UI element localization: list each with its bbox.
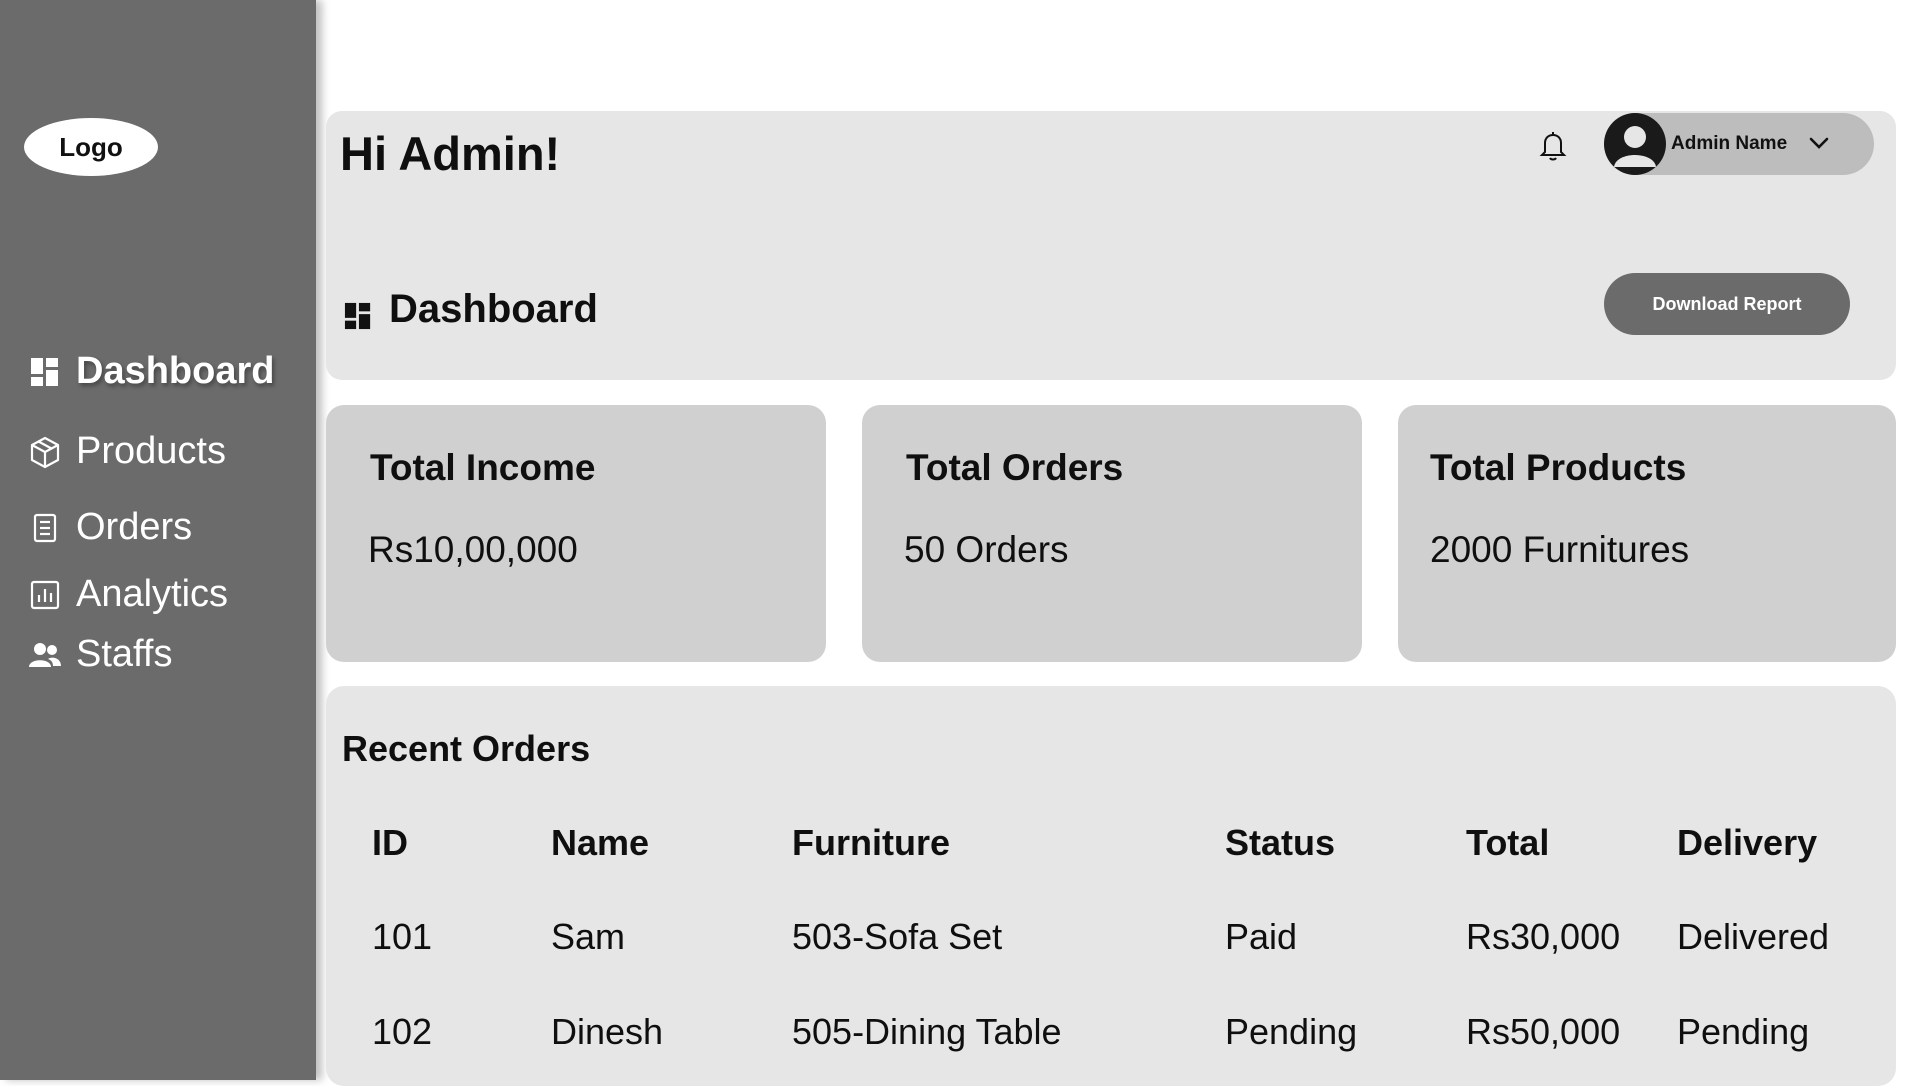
card-title: Total Products [1430,447,1687,488]
column-header-id: ID [372,822,408,863]
card-value: 50 Orders [904,529,1069,570]
cell-total: Rs50,000 [1466,1011,1621,1052]
cell-name: Dinesh [551,1011,664,1052]
document-icon [28,511,62,545]
cell-id: 101 [372,916,433,957]
sidebar-item-products[interactable]: Products [28,430,226,473]
sidebar-item-orders[interactable]: Orders [28,506,192,549]
sidebar-item-label: Staffs [76,633,173,675]
cell-delivery: Delivered [1677,916,1830,957]
page-title-label: Dashboard [389,287,598,331]
recent-orders-title: Recent Orders [342,728,591,769]
stat-card-orders: Total Orders 50 Orders [862,405,1362,662]
column-header-name: Name [551,822,650,863]
dashboard-icon [28,355,62,389]
cell-name: Sam [551,916,626,957]
stat-card-income: Total Income Rs10,00,000 [326,405,826,662]
box-icon [28,435,62,469]
cell-status: Pending [1225,1011,1358,1052]
cell-id: 102 [372,1011,433,1052]
cell-furniture: 503-Sofa Set [792,916,1003,957]
sidebar-item-analytics[interactable]: Analytics [28,573,228,616]
cell-status: Paid [1225,916,1298,957]
column-header-total: Total [1466,822,1550,863]
people-icon [28,638,62,672]
cell-delivery: Pending [1677,1011,1810,1052]
card-title: Total Income [370,447,596,488]
sidebar-item-label: Products [76,430,226,472]
chevron-down-icon[interactable] [1808,134,1830,152]
column-header-delivery: Delivery [1677,822,1818,863]
bell-icon[interactable] [1536,128,1570,162]
sidebar: Logo Dashboard Products Orders Analytics… [0,0,316,1080]
logo[interactable]: Logo [24,118,158,176]
download-report-button[interactable]: Download Report [1604,273,1850,335]
dashboard-icon [344,295,374,329]
analytics-icon [28,578,62,612]
greeting-heading: Hi Admin! [340,127,561,180]
sidebar-item-label: Dashboard [76,350,275,392]
card-value: Rs10,00,000 [368,529,578,570]
card-value: 2000 Furnitures [1430,529,1690,570]
card-title: Total Orders [906,447,1124,488]
column-header-furniture: Furniture [792,822,950,863]
sidebar-item-dashboard[interactable]: Dashboard [28,350,274,393]
avatar[interactable] [1604,113,1666,175]
sidebar-item-label: Analytics [76,573,229,615]
column-header-status: Status [1225,822,1336,863]
cell-total: Rs30,000 [1466,916,1621,957]
user-name[interactable]: Admin Name [1671,133,1787,155]
stat-card-products: Total Products 2000 Furnitures [1398,405,1896,662]
sidebar-item-staffs[interactable]: Staffs [28,633,172,676]
sidebar-item-label: Orders [76,506,193,548]
cell-furniture: 505-Dining Table [792,1011,1062,1052]
page-title: Dashboard [344,287,598,332]
